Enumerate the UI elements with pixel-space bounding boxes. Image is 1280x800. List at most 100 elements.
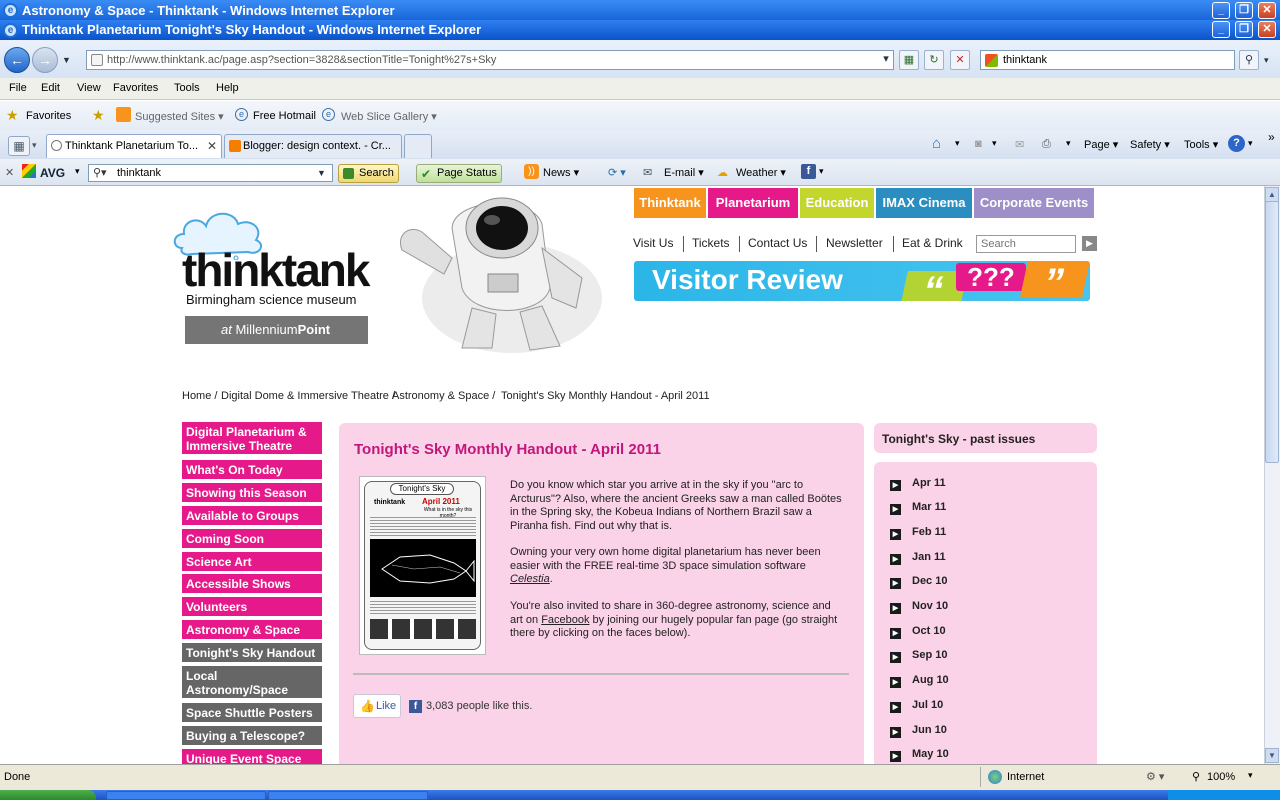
sidebar-item-coming-soon[interactable]: Coming Soon [182, 529, 322, 550]
menu-tools[interactable]: Tools [174, 82, 200, 94]
link-tickets[interactable]: Tickets [692, 236, 730, 250]
chevron-down-icon[interactable]: ▼ [62, 55, 71, 65]
avg-search-input[interactable]: ⚲▾ thinktank ▼ [88, 164, 333, 182]
nav-thinktank[interactable]: Thinktank [634, 188, 706, 218]
dropdown-icon[interactable]: ▾ [876, 50, 896, 70]
past-issue-jan-11[interactable]: ▶ Jan 11 [890, 551, 946, 565]
sidebar-item-digital-planetarium[interactable]: Digital Planetarium & Immersive Theatre [182, 422, 322, 456]
chevron-down-icon[interactable]: ▾ [992, 138, 997, 149]
scrollbar-thumb[interactable] [1265, 201, 1279, 463]
breadcrumb-digital-dome[interactable]: Digital Dome & Immersive Theatre / [221, 390, 395, 402]
command-tools[interactable]: Tools ▾ [1184, 138, 1218, 151]
maximize-button[interactable]: ❐ [1235, 21, 1253, 38]
nav-planetarium[interactable]: Planetarium [708, 188, 798, 218]
chevron-down-icon[interactable]: ▾ [32, 140, 37, 151]
favorites-item-suggested[interactable]: Suggested Sites ▾ [135, 110, 224, 123]
sidebar-item-volunteers[interactable]: Volunteers [182, 597, 322, 618]
chevron-down-icon[interactable]: ▾ [955, 138, 960, 149]
favorites-item-webslice[interactable]: Web Slice Gallery ▾ [341, 110, 437, 123]
past-issue-may-10[interactable]: ▶ May 10 [890, 748, 949, 762]
tab-thinktank[interactable]: Thinktank Planetarium To... ✕ [46, 134, 222, 158]
chevron-down-icon[interactable]: ▾ [819, 166, 824, 177]
site-logo[interactable]: thinktank [182, 246, 370, 294]
close-button[interactable]: ✕ [1258, 2, 1276, 19]
site-search-go-icon[interactable]: ▶ [1082, 236, 1097, 251]
favorites-item-hotmail[interactable]: Free Hotmail [253, 110, 316, 122]
chevron-down-icon[interactable]: ▾ [75, 166, 80, 177]
print-icon[interactable]: ⎙ [1042, 138, 1051, 151]
sidebar-item-astronomy-space[interactable]: Astronomy & Space [182, 620, 322, 641]
link-visit-us[interactable]: Visit Us [633, 236, 673, 250]
home-icon[interactable]: ⌂ [932, 135, 941, 152]
breadcrumb-home[interactable]: Home / [182, 390, 217, 402]
protected-mode-icon[interactable]: ⚙ ▾ [1146, 770, 1164, 783]
zoom-icon[interactable]: ⚲ [1192, 770, 1200, 783]
facebook-link[interactable]: Facebook [541, 614, 589, 626]
chevron-down-icon[interactable]: ▾ [1066, 138, 1071, 149]
sidebar-item-buying-telescope[interactable]: Buying a Telescope? [182, 726, 322, 747]
site-search-input[interactable] [976, 235, 1076, 253]
quick-tabs-icon[interactable]: ▦ [8, 136, 30, 156]
avg-tools-icon[interactable]: ⟳ ▾ [608, 166, 626, 179]
search-icon[interactable]: ⚲ [1239, 50, 1259, 70]
menu-view[interactable]: View [77, 82, 101, 94]
close-button[interactable]: ✕ [1258, 21, 1276, 38]
back-button[interactable]: ← [4, 47, 30, 73]
chevron-down-icon[interactable]: ▾ [1248, 138, 1253, 149]
search-input[interactable]: thinktank [980, 50, 1235, 70]
past-issue-mar-11[interactable]: ▶ Mar 11 [890, 501, 946, 515]
sidebar-item-science-art[interactable]: Science Art [182, 552, 322, 573]
menu-edit[interactable]: Edit [41, 82, 60, 94]
scroll-up-icon[interactable]: ▲ [1265, 187, 1279, 202]
compatibility-icon[interactable]: ▦ [899, 50, 919, 70]
stop-icon[interactable]: ✕ [950, 50, 970, 70]
past-issue-jun-10[interactable]: ▶ Jun 10 [890, 724, 947, 738]
link-eat-drink[interactable]: Eat & Drink [902, 236, 963, 250]
past-issue-nov-10[interactable]: ▶ Nov 10 [890, 600, 948, 614]
nav-education[interactable]: Education [800, 188, 874, 218]
add-favorite-icon[interactable]: ★ [92, 107, 105, 124]
past-issue-aug-10[interactable]: ▶ Aug 10 [890, 674, 949, 688]
scroll-down-icon[interactable]: ▼ [1265, 748, 1279, 763]
page-status-button[interactable]: ✔ Page Status [416, 164, 502, 183]
nav-corporate-events[interactable]: Corporate Events [974, 188, 1094, 218]
maximize-button[interactable]: ❐ [1235, 2, 1253, 19]
address-bar[interactable]: http://www.thinktank.ac/page.asp?section… [86, 50, 894, 70]
breadcrumb-astronomy[interactable]: Astronomy & Space / [392, 390, 495, 402]
sidebar-item-showing-this-season[interactable]: Showing this Season [182, 483, 322, 504]
news-button[interactable]: News ▾ [543, 166, 579, 179]
zoom-level[interactable]: 100% [1207, 771, 1235, 783]
mail-icon[interactable]: ✉ [1015, 138, 1024, 151]
toolbar-overflow-icon[interactable]: » [1268, 130, 1275, 144]
past-issue-jul-10[interactable]: ▶ Jul 10 [890, 699, 943, 713]
sidebar-item-local-astronomy[interactable]: Local Astronomy/Space [182, 666, 322, 700]
sidebar-item-available-to-groups[interactable]: Available to Groups [182, 506, 322, 527]
menu-file[interactable]: File [9, 82, 27, 94]
chevron-down-icon[interactable]: ▾ [1248, 770, 1253, 781]
close-tab-icon[interactable]: ✕ [207, 135, 217, 157]
sidebar-item-space-shuttle-posters[interactable]: Space Shuttle Posters [182, 703, 322, 724]
facebook-like-button[interactable]: 👍 Like [353, 694, 401, 718]
command-page[interactable]: Page ▾ [1084, 138, 1118, 151]
taskbar-item[interactable] [268, 791, 428, 800]
tab-blogger[interactable]: Blogger: design context. - Cr... [224, 134, 402, 158]
minimize-button[interactable]: _ [1212, 2, 1230, 19]
refresh-icon[interactable]: ↻ [924, 50, 944, 70]
handout-thumbnail[interactable]: Tonight's Sky thinktank April 2011 What … [359, 476, 486, 655]
email-button[interactable]: E-mail ▾ [664, 166, 704, 179]
command-safety[interactable]: Safety ▾ [1130, 138, 1170, 151]
menu-help[interactable]: Help [216, 82, 239, 94]
weather-button[interactable]: Weather ▾ [736, 166, 786, 179]
sidebar-item-whats-on-today[interactable]: What's On Today [182, 460, 322, 481]
past-issue-apr-11[interactable]: ▶ Apr 11 [890, 477, 946, 491]
sidebar-item-tonights-sky-handout[interactable]: Tonight's Sky Handout [182, 643, 322, 664]
close-toolbar-icon[interactable]: ✕ [5, 166, 14, 179]
sidebar-item-accessible-shows[interactable]: Accessible Shows [182, 574, 322, 595]
past-issue-feb-11[interactable]: ▶ Feb 11 [890, 526, 946, 540]
visitor-review-banner[interactable]: Visitor Review “ ??? ” [634, 261, 1090, 301]
new-tab-button[interactable] [404, 134, 432, 158]
chevron-down-icon[interactable]: ▾ [1264, 55, 1269, 66]
facebook-icon[interactable]: f [801, 164, 816, 179]
avg-search-button[interactable]: Search [338, 164, 399, 183]
minimize-button[interactable]: _ [1212, 21, 1230, 38]
